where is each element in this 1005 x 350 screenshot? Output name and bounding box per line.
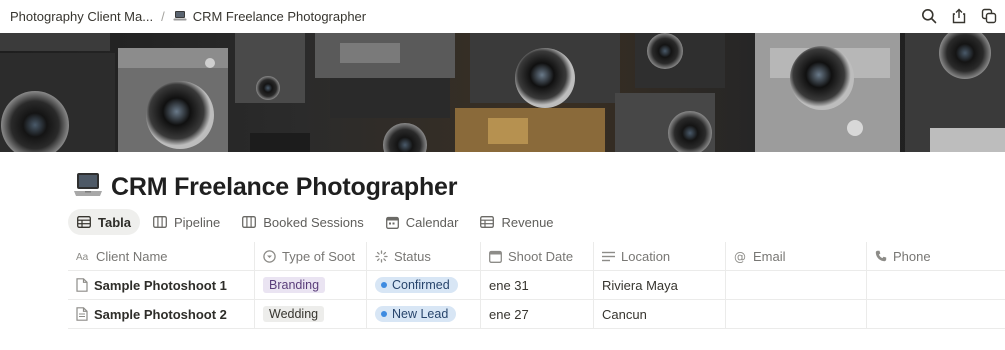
location: Riviera Maya	[602, 277, 678, 293]
status-dot-icon	[381, 282, 387, 288]
select-icon	[263, 249, 276, 263]
topbar-actions	[917, 5, 1001, 27]
cell-client-name[interactable]: Sample Photoshoot 1	[68, 271, 255, 299]
board-icon	[242, 216, 257, 228]
cell-type[interactable]: Branding	[255, 271, 367, 299]
column-header-shoot-date[interactable]: Shoot Date	[481, 242, 594, 270]
column-header-phone[interactable]: Phone	[867, 242, 1005, 270]
column-label: Email	[753, 248, 786, 264]
laptop-icon	[173, 10, 187, 22]
type-tag: Wedding	[263, 306, 325, 322]
column-label: Type of Soot	[282, 248, 355, 264]
column-label: Shoot Date	[508, 248, 574, 264]
status-badge: Confirmed	[375, 277, 458, 293]
tab-label: Calendar	[405, 214, 459, 230]
breadcrumb-current[interactable]: CRM Freelance Photographer	[193, 9, 366, 24]
column-header-client-name[interactable]: Aa Client Name	[68, 242, 255, 270]
shoot-date: ene 27	[489, 306, 529, 322]
calendar-icon	[489, 250, 502, 263]
top-bar: Photography Client Ma... / CRM Freelance…	[0, 0, 1005, 32]
cell-type[interactable]: Wedding	[255, 300, 367, 328]
column-header-email[interactable]: @ Email	[726, 242, 867, 270]
tab-tabla[interactable]: Tabla	[68, 209, 140, 235]
laptop-icon	[73, 172, 103, 203]
table-row[interactable]: Sample Photoshoot 2 Wedding New Lead ene…	[68, 300, 1005, 329]
calendar-icon	[385, 216, 399, 229]
cell-status[interactable]: Confirmed	[367, 271, 481, 299]
title-icon: Aa	[76, 251, 90, 261]
tab-label: Tabla	[98, 214, 131, 230]
page-icon	[76, 278, 88, 292]
svg-text:Aa: Aa	[76, 252, 89, 261]
page-title: CRM Freelance Photographer	[73, 170, 457, 204]
column-label: Client Name	[96, 248, 168, 264]
tab-label: Revenue	[501, 214, 554, 230]
phone-icon	[875, 250, 887, 262]
client-name: Sample Photoshoot 1	[94, 277, 227, 293]
column-label: Location	[621, 248, 671, 264]
tab-revenue[interactable]: Revenue	[471, 209, 562, 235]
location: Cancun	[602, 306, 647, 322]
column-label: Status	[394, 248, 431, 264]
duplicate-icon[interactable]	[977, 5, 1001, 27]
cell-client-name[interactable]: Sample Photoshoot 2	[68, 300, 255, 328]
status-label: New Lead	[392, 307, 449, 321]
at-icon: @	[734, 250, 747, 263]
status-icon	[375, 249, 388, 263]
cell-location[interactable]: Cancun	[594, 300, 726, 328]
shoot-date: ene 31	[489, 277, 529, 293]
cell-shoot-date[interactable]: ene 27	[481, 300, 594, 328]
tab-calendar[interactable]: Calendar	[377, 209, 468, 235]
search-icon[interactable]	[917, 5, 941, 27]
cell-email[interactable]	[726, 271, 867, 299]
cell-phone[interactable]	[867, 271, 1005, 299]
cover-image	[0, 33, 1005, 152]
cell-email[interactable]	[726, 300, 867, 328]
column-header-status[interactable]: Status	[367, 242, 481, 270]
page-icon	[76, 307, 88, 321]
breadcrumb-parent[interactable]: Photography Client Ma...	[10, 9, 153, 24]
page-title-text: CRM Freelance Photographer	[111, 172, 458, 201]
table-header: Aa Client Name Type of Soot Status Shoot…	[68, 242, 1005, 271]
share-icon[interactable]	[947, 5, 971, 27]
cell-status[interactable]: New Lead	[367, 300, 481, 328]
client-name: Sample Photoshoot 2	[94, 306, 227, 322]
database-table: Aa Client Name Type of Soot Status Shoot…	[68, 242, 1005, 329]
table-icon	[480, 216, 495, 228]
tab-booked-sessions[interactable]: Booked Sessions	[233, 209, 372, 235]
column-label: Phone	[893, 248, 931, 264]
view-tabs: Tabla Pipeline Booked Sessions Calendar …	[68, 209, 563, 235]
table-row[interactable]: Sample Photoshoot 1 Branding Confirmed e…	[68, 271, 1005, 300]
svg-text:@: @	[734, 250, 746, 263]
text-icon	[602, 251, 615, 262]
status-dot-icon	[381, 311, 387, 317]
board-icon	[153, 216, 167, 228]
cell-location[interactable]: Riviera Maya	[594, 271, 726, 299]
table-icon	[77, 216, 91, 228]
cell-phone[interactable]	[867, 300, 1005, 328]
tab-pipeline[interactable]: Pipeline	[144, 209, 229, 235]
breadcrumb-separator: /	[161, 8, 165, 24]
status-label: Confirmed	[392, 278, 450, 292]
column-header-type[interactable]: Type of Soot	[255, 242, 367, 270]
tab-label: Pipeline	[174, 214, 221, 230]
column-header-location[interactable]: Location	[594, 242, 726, 270]
cell-shoot-date[interactable]: ene 31	[481, 271, 594, 299]
tab-label: Booked Sessions	[263, 214, 364, 230]
status-badge: New Lead	[375, 306, 457, 322]
type-tag: Branding	[263, 277, 326, 293]
